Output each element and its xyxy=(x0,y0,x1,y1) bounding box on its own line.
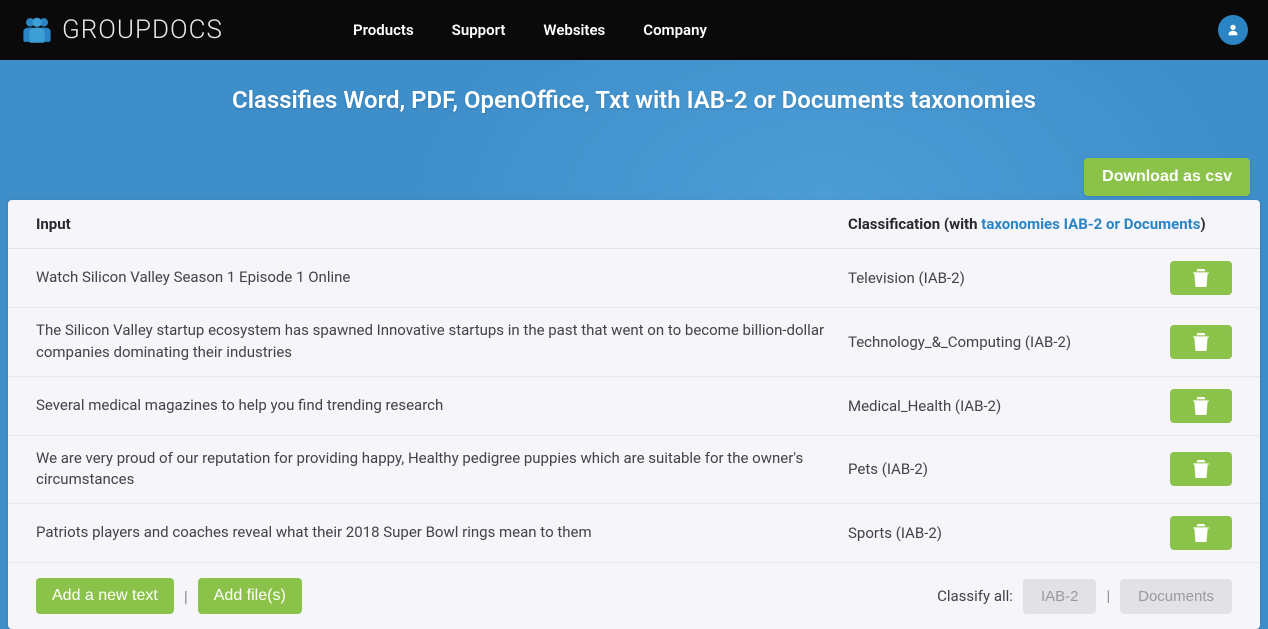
row-classification: Sports (IAB-2) xyxy=(848,524,1162,542)
row-input-text: We are very proud of our reputation for … xyxy=(36,448,848,492)
taxonomies-link[interactable]: taxonomies IAB-2 or Documents xyxy=(981,215,1200,233)
nav-websites[interactable]: Websites xyxy=(543,21,605,39)
brand-logo[interactable]: GROUPDOCS xyxy=(20,15,223,45)
results-card: Input Classification (with taxonomies IA… xyxy=(8,200,1260,629)
delete-row-button[interactable] xyxy=(1170,389,1232,423)
nav-support[interactable]: Support xyxy=(452,21,506,39)
row-input-text: Several medical magazines to help you fi… xyxy=(36,395,848,417)
add-files-button[interactable]: Add file(s) xyxy=(198,578,302,614)
trash-icon xyxy=(1193,397,1209,415)
main-nav: Products Support Websites Company xyxy=(353,21,707,39)
trash-icon xyxy=(1193,333,1209,351)
row-classification: Pets (IAB-2) xyxy=(848,460,1162,478)
row-actions xyxy=(1162,325,1232,359)
add-text-button[interactable]: Add a new text xyxy=(36,578,174,614)
header-classification: Classification (with taxonomies IAB-2 or… xyxy=(848,215,1232,233)
groupdocs-logo-icon xyxy=(20,16,54,44)
row-input-text: Patriots players and coaches reveal what… xyxy=(36,522,848,544)
table-header: Input Classification (with taxonomies IA… xyxy=(8,200,1260,249)
row-input-text: Watch Silicon Valley Season 1 Episode 1 … xyxy=(36,267,848,289)
row-classification: Technology_&_Computing (IAB-2) xyxy=(848,333,1162,351)
user-icon xyxy=(1226,23,1240,37)
table-row: Several medical magazines to help you fi… xyxy=(8,377,1260,436)
header-classification-prefix: Classification (with xyxy=(848,215,981,233)
trash-icon xyxy=(1193,269,1209,287)
separator: | xyxy=(184,587,188,606)
header-classification-suffix: ) xyxy=(1200,215,1205,233)
header-input: Input xyxy=(36,215,848,233)
nav-company[interactable]: Company xyxy=(643,21,707,39)
delete-row-button[interactable] xyxy=(1170,516,1232,550)
brand-name: GROUPDOCS xyxy=(62,15,223,45)
trash-icon xyxy=(1193,460,1209,478)
download-csv-button[interactable]: Download as csv xyxy=(1084,158,1250,196)
nav-products[interactable]: Products xyxy=(353,21,414,39)
row-classification: Medical_Health (IAB-2) xyxy=(848,397,1162,415)
row-actions xyxy=(1162,389,1232,423)
row-actions xyxy=(1162,452,1232,486)
footer-left: Add a new text | Add file(s) xyxy=(36,578,302,614)
delete-row-button[interactable] xyxy=(1170,261,1232,295)
user-menu-button[interactable] xyxy=(1218,15,1248,45)
delete-row-button[interactable] xyxy=(1170,325,1232,359)
table-row: We are very proud of our reputation for … xyxy=(8,436,1260,505)
table-row: Patriots players and coaches reveal what… xyxy=(8,504,1260,563)
row-classification: Television (IAB-2) xyxy=(848,269,1162,287)
row-actions xyxy=(1162,261,1232,295)
delete-row-button[interactable] xyxy=(1170,452,1232,486)
classify-documents-button[interactable]: Documents xyxy=(1120,579,1232,614)
classify-iab2-button[interactable]: IAB-2 xyxy=(1023,579,1097,614)
row-input-text: The Silicon Valley startup ecosystem has… xyxy=(36,320,848,364)
table-row: Watch Silicon Valley Season 1 Episode 1 … xyxy=(8,249,1260,308)
classify-all-label: Classify all: xyxy=(937,587,1013,605)
row-actions xyxy=(1162,516,1232,550)
page-title: Classifies Word, PDF, OpenOffice, Txt wi… xyxy=(0,60,1268,114)
table-footer: Add a new text | Add file(s) Classify al… xyxy=(8,563,1260,629)
trash-icon xyxy=(1193,524,1209,542)
table-row: The Silicon Valley startup ecosystem has… xyxy=(8,308,1260,377)
top-nav: GROUPDOCS Products Support Websites Comp… xyxy=(0,0,1268,60)
footer-right: Classify all: IAB-2 | Documents xyxy=(937,579,1232,614)
separator: | xyxy=(1106,587,1110,605)
